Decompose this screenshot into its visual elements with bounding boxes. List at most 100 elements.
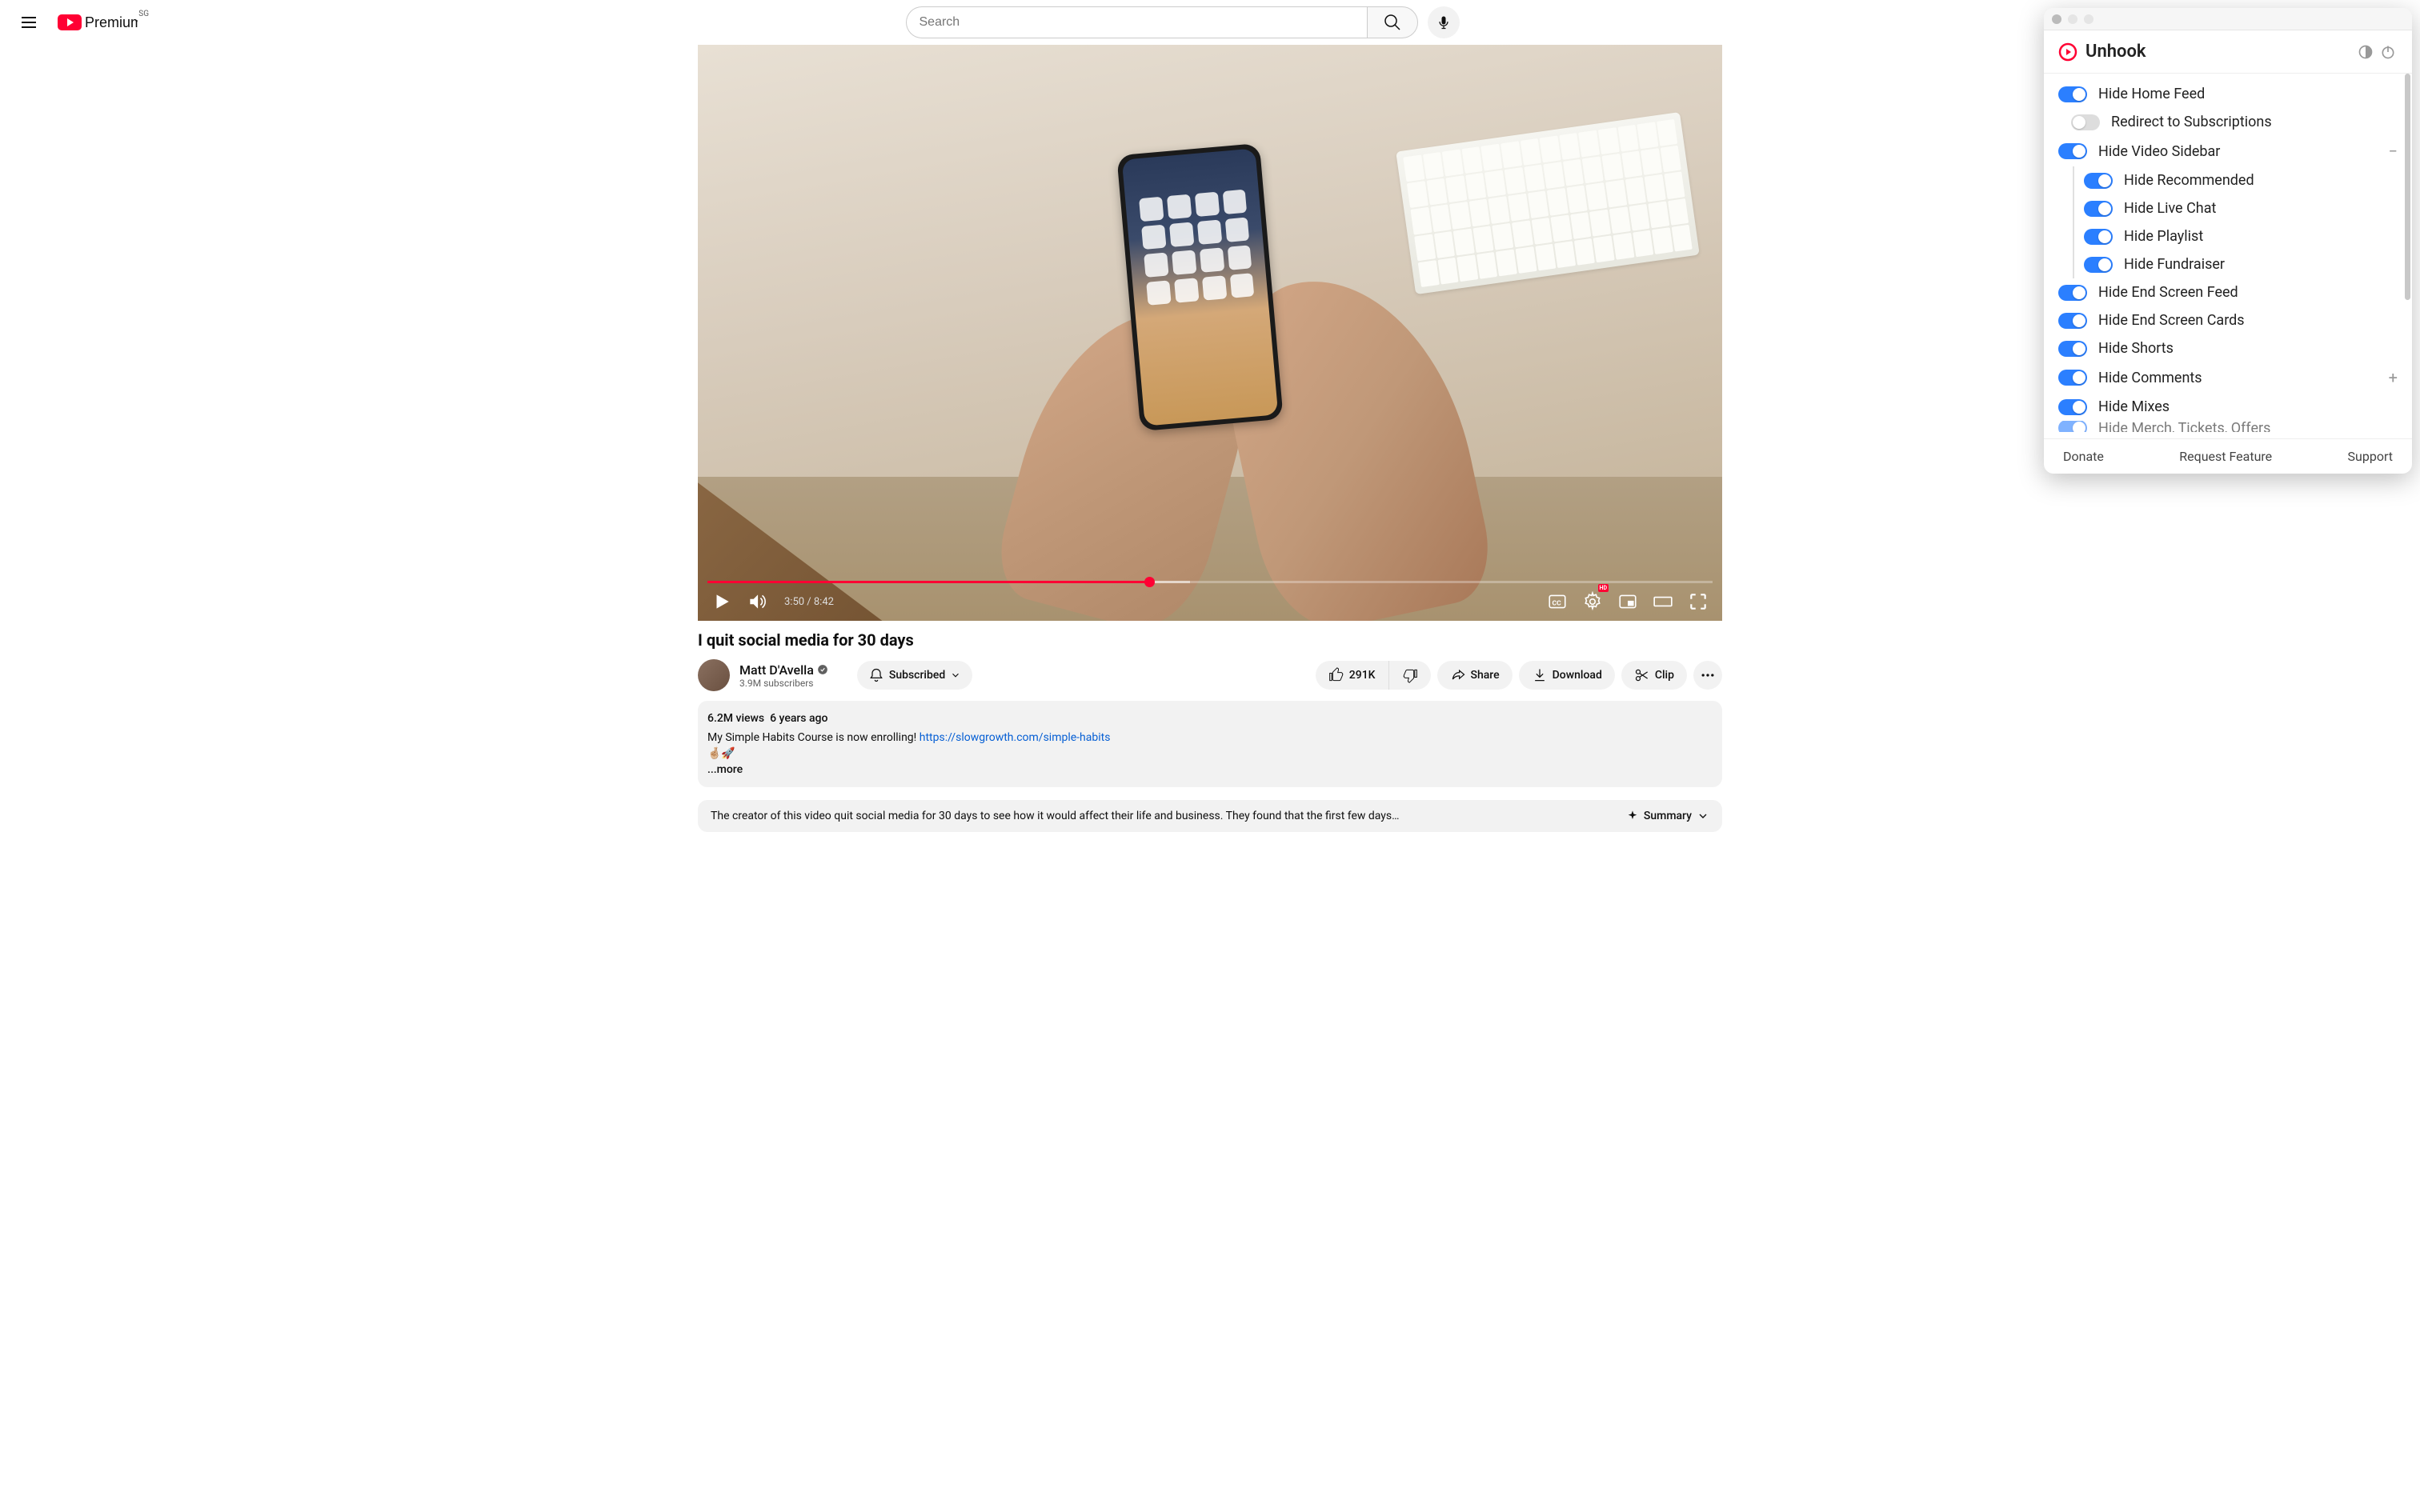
description-box[interactable]: 6.2M views 6 years ago My Simple Habits … — [698, 701, 1722, 787]
gear-icon — [1582, 591, 1603, 612]
toggle-row-hide-end-screen-cards: Hide End Screen Cards — [2044, 306, 2412, 334]
theme-toggle-button[interactable] — [2356, 42, 2375, 62]
expand-icon[interactable]: + — [2389, 368, 2398, 387]
miniplayer-button[interactable] — [1613, 587, 1642, 616]
extension-logo: Unhook — [2058, 42, 2146, 62]
chevron-down-icon — [1697, 810, 1709, 822]
toggle-label: Hide Video Sidebar — [2098, 143, 2220, 160]
toggle-switch[interactable] — [2058, 341, 2087, 357]
toggle-switch[interactable] — [2058, 285, 2087, 301]
toggle-label: Hide Home Feed — [2098, 86, 2205, 102]
toggle-switch[interactable] — [2058, 313, 2087, 329]
toggle-row-hide-fundraiser: Hide Fundraiser — [2074, 250, 2412, 278]
request-feature-link[interactable]: Request Feature — [2179, 449, 2272, 464]
toggle-label: Hide Mixes — [2098, 398, 2170, 415]
channel-name[interactable]: Matt D'Avella — [739, 662, 828, 678]
toggle-switch[interactable] — [2058, 143, 2087, 159]
toggle-label: Hide Shorts — [2098, 340, 2174, 357]
maximize-window-button[interactable] — [2084, 14, 2093, 24]
toggle-switch[interactable] — [2084, 229, 2113, 245]
power-toggle-button[interactable] — [2378, 42, 2398, 62]
clip-button[interactable]: Clip — [1621, 661, 1687, 690]
close-window-button[interactable] — [2052, 14, 2061, 24]
play-icon — [711, 591, 732, 612]
toggle-label: Hide Fundraiser — [2124, 256, 2225, 273]
cc-icon: CC — [1547, 591, 1568, 612]
time-display: 3:50 / 8:42 — [784, 596, 834, 608]
toggle-switch[interactable] — [2084, 173, 2113, 189]
svg-text:Premium: Premium — [85, 14, 138, 30]
voice-search-button[interactable] — [1428, 6, 1460, 38]
toggle-row-redirect-to-subscriptions: Redirect to Subscriptions — [2044, 108, 2412, 136]
toggle-row-hide-video-sidebar: Hide Video Sidebar − — [2044, 136, 2412, 166]
share-icon — [1450, 667, 1466, 683]
search-container — [906, 6, 1418, 38]
toggle-row-hide-playlist: Hide Playlist — [2074, 222, 2412, 250]
theater-button[interactable] — [1649, 587, 1677, 616]
region-badge: SG — [138, 10, 149, 18]
description-link[interactable]: https://slowgrowth.com/simple-habits — [920, 731, 1111, 744]
toggle-switch[interactable] — [2058, 86, 2087, 102]
donate-link[interactable]: Donate — [2063, 449, 2104, 464]
more-horizontal-icon — [1700, 667, 1716, 683]
search-button[interactable] — [1367, 6, 1418, 38]
channel-avatar[interactable] — [698, 659, 730, 691]
toggle-row-hide-merch-tickets-offers: Hide Merch, Tickets, Offers — [2044, 421, 2412, 432]
hamburger-menu-button[interactable] — [13, 6, 45, 38]
toggle-row-hide-end-screen-feed: Hide End Screen Feed — [2044, 278, 2412, 306]
thumbs-up-icon — [1328, 667, 1344, 683]
support-link[interactable]: Support — [2348, 449, 2393, 464]
more-actions-button[interactable] — [1693, 661, 1722, 690]
toggle-label: Hide Live Chat — [2124, 200, 2216, 217]
download-button[interactable]: Download — [1519, 661, 1615, 690]
subscribe-button[interactable]: Subscribed — [857, 661, 972, 690]
summary-expand-button[interactable]: Summary — [1626, 810, 1709, 822]
power-icon — [2380, 44, 2396, 60]
captions-button[interactable]: CC — [1543, 587, 1572, 616]
verified-icon — [817, 664, 828, 675]
microphone-icon — [1436, 14, 1452, 30]
toggle-switch[interactable] — [2058, 370, 2087, 386]
contrast-icon — [2358, 44, 2374, 60]
toggle-label: Hide End Screen Cards — [2098, 312, 2245, 329]
toggle-switch[interactable] — [2084, 257, 2113, 273]
toggle-switch[interactable] — [2058, 399, 2087, 415]
window-titlebar[interactable] — [2044, 8, 2412, 30]
toggle-switch[interactable] — [2071, 114, 2100, 130]
toggle-row-hide-mixes: Hide Mixes — [2044, 393, 2412, 421]
phone-prop — [1116, 142, 1284, 430]
youtube-logo-icon: Premium — [58, 13, 138, 32]
player-controls: 3:50 / 8:42 CC HD — [698, 582, 1722, 621]
extension-body[interactable]: Hide Home Feed Redirect to Subscriptions H… — [2044, 74, 2412, 438]
summary-text: The creator of this video quit social me… — [711, 810, 1617, 822]
share-button[interactable]: Share — [1437, 661, 1512, 690]
settings-button[interactable]: HD — [1578, 587, 1607, 616]
unhook-logo-icon — [2058, 42, 2077, 62]
minimize-window-button[interactable] — [2068, 14, 2077, 24]
scrollbar[interactable] — [2405, 74, 2410, 438]
svg-text:CC: CC — [1553, 599, 1562, 607]
collapse-icon[interactable]: − — [2389, 142, 2398, 161]
subscriber-count: 3.9M subscribers — [739, 678, 828, 689]
like-button[interactable]: 291K — [1316, 661, 1389, 690]
hd-badge: HD — [1598, 584, 1609, 592]
search-input[interactable] — [906, 6, 1367, 38]
channel-info: Matt D'Avella 3.9M subscribers — [698, 659, 828, 691]
toggle-switch[interactable] — [2084, 201, 2113, 217]
toggle-row-hide-home-feed: Hide Home Feed — [2044, 80, 2412, 108]
toggle-label: Redirect to Subscriptions — [2111, 114, 2272, 130]
miniplayer-icon — [1617, 591, 1638, 612]
show-more-button[interactable]: ...more — [707, 762, 1713, 778]
fullscreen-button[interactable] — [1684, 587, 1713, 616]
play-button[interactable] — [707, 587, 736, 616]
sparkle-icon — [1626, 810, 1639, 822]
hamburger-icon — [19, 13, 38, 32]
dislike-button[interactable] — [1389, 661, 1431, 690]
video-player[interactable]: 3:50 / 8:42 CC HD — [698, 45, 1722, 621]
logo[interactable]: Premium SG — [58, 13, 138, 32]
toggle-switch[interactable] — [2058, 421, 2087, 432]
extension-footer: Donate Request Feature Support — [2044, 438, 2412, 474]
header-center — [891, 6, 1474, 38]
volume-button[interactable] — [743, 587, 771, 616]
action-buttons: 291K Share Download Clip — [1316, 661, 1722, 690]
